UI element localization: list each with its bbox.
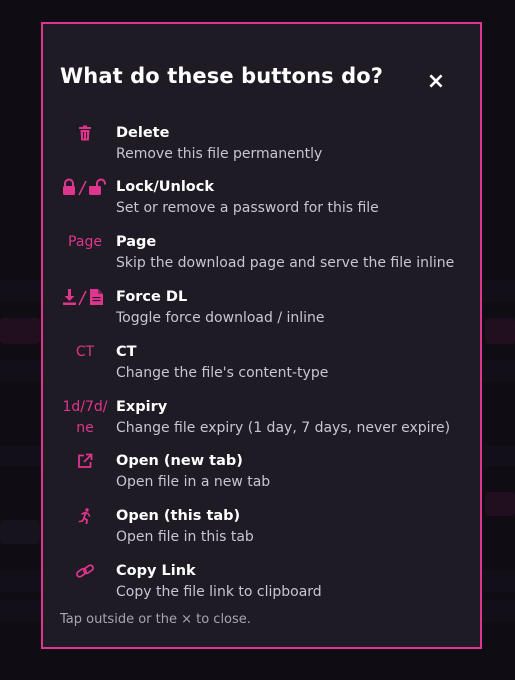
lock-unlock-icon [58, 177, 112, 197]
list-item-expiry: 1d/7d/ ne Expiry Change file expiry (1 d… [58, 397, 468, 447]
item-name: Expiry [116, 399, 168, 415]
item-name: Open (new tab) [116, 453, 243, 469]
item-description: Change file expiry (1 day, 7 days, never… [116, 420, 451, 436]
item-name: Delete [116, 125, 170, 141]
running-person-icon [58, 506, 112, 526]
page-icon: Page [68, 234, 102, 250]
list-item-page: Page Page Skip the download page and ser… [58, 232, 468, 282]
close-button[interactable]: × [424, 70, 448, 94]
item-description: Copy the file link to clipboard [116, 584, 322, 600]
item-description: Remove this file permanently [116, 146, 323, 162]
ct-icon: CT [75, 344, 95, 360]
external-link-icon [58, 451, 112, 471]
item-description: Open file in a new tab [116, 474, 271, 490]
list-item-delete: Delete Remove this file permanently [58, 123, 468, 173]
list-item-open-this-tab: Open (this tab) Open file in this tab [58, 506, 468, 556]
item-name: CT [116, 344, 137, 360]
item-name: Page [116, 234, 157, 250]
modal-title: What do these buttons do? [60, 64, 384, 88]
item-name: Open (this tab) [116, 508, 241, 524]
help-modal: What do these buttons do? × Delete Remov… [41, 22, 482, 649]
download-file-icon [58, 287, 112, 307]
item-name: Lock/Unlock [116, 179, 215, 195]
item-description: Set or remove a password for this file [116, 200, 379, 216]
list-item-copy-link: Copy Link Copy the file link to clipboar… [58, 561, 468, 611]
close-icon[interactable]: × [427, 71, 445, 93]
item-description: Skip the download page and serve the fil… [116, 255, 455, 271]
expiry-icon: 1d/7d/ ne [62, 399, 108, 436]
footer-note: Tap outside or the × to close. [60, 612, 251, 627]
link-icon [58, 561, 112, 581]
list-item-ct: CT CT Change the file's content-type [58, 342, 468, 392]
list-item-force-dl: Force DL Toggle force download / inline [58, 287, 468, 337]
trash-icon [58, 123, 112, 143]
item-name: Copy Link [116, 563, 196, 579]
item-description: Toggle force download / inline [116, 310, 325, 326]
list-item-lock-unlock: Lock/Unlock Set or remove a password for… [58, 177, 468, 227]
item-description: Open file in this tab [116, 529, 254, 545]
item-name: Force DL [116, 289, 188, 305]
list-item-open-new-tab: Open (new tab) Open file in a new tab [58, 451, 468, 501]
item-description: Change the file's content-type [116, 365, 329, 381]
